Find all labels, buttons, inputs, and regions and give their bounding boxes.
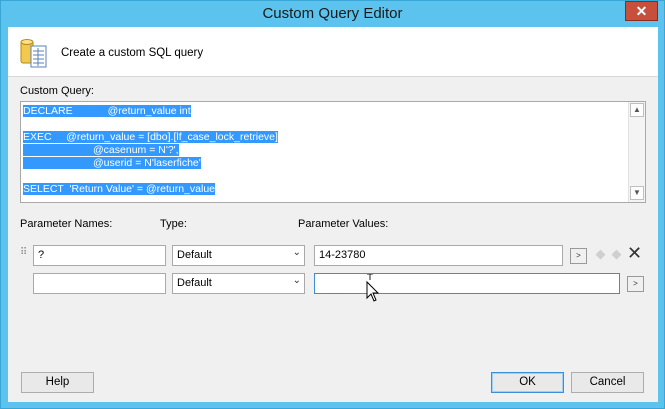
dialog-window: Custom Query Editor ✕ Create a custom SQ… — [0, 0, 665, 409]
title-bar[interactable]: Custom Query Editor ✕ — [1, 1, 664, 27]
query-scrollbar[interactable]: ▲ ▼ — [628, 102, 645, 202]
query-line-text: EXEC @return_value = [dbo].[lf_case_lock… — [23, 131, 278, 143]
close-button[interactable]: ✕ — [625, 1, 658, 21]
dialog-body: Create a custom SQL query Custom Query: … — [8, 27, 658, 402]
chevron-down-icon: ⌄ — [292, 275, 301, 286]
query-text[interactable]: DECLARE @return_value int EXEC @return_v… — [23, 105, 625, 201]
query-line: @userid = N'laserfiche' — [23, 157, 625, 170]
query-line: EXEC @return_value = [dbo].[lf_case_lock… — [23, 131, 625, 144]
query-line: DECLARE @return_value int — [23, 105, 625, 118]
delete-x-icon[interactable]: ✕ — [627, 244, 642, 262]
query-line-text: DECLARE @return_value int — [23, 105, 191, 117]
scroll-up-button[interactable]: ▲ — [630, 103, 644, 117]
header-band: Create a custom SQL query — [8, 27, 658, 77]
database-document-icon — [20, 39, 47, 68]
arrow-down-icon[interactable]: ◆ — [609, 246, 624, 261]
query-line-text: SELECT 'Return Value' = @return_value — [23, 183, 216, 195]
query-line: SELECT 'Return Value' = @return_value — [23, 183, 625, 196]
parameter-type-value: Default — [177, 277, 212, 289]
custom-query-label: Custom Query: — [20, 85, 94, 97]
type-header: Type: — [160, 218, 187, 230]
parameter-value-browse-button[interactable]: > — [627, 276, 644, 292]
parameter-type-select[interactable]: Default ⌄ — [172, 273, 305, 294]
parameter-names-header: Parameter Names: — [20, 218, 113, 230]
parameter-type-select[interactable]: Default ⌄ — [172, 245, 305, 266]
parameter-value-browse-button[interactable]: > — [570, 248, 587, 264]
ok-button[interactable]: OK — [491, 372, 564, 393]
mouse-cursor-icon — [366, 274, 380, 302]
parameter-type-value: Default — [177, 249, 212, 261]
parameter-name-input[interactable] — [33, 273, 166, 294]
window-title: Custom Query Editor — [262, 5, 403, 22]
query-line-text: @userid = N'laserfiche' — [23, 157, 201, 169]
parameter-values-header: Parameter Values: — [298, 218, 389, 230]
row-drag-handle[interactable]: ⠿ — [20, 247, 27, 258]
custom-query-textarea[interactable]: DECLARE @return_value int EXEC @return_v… — [20, 101, 646, 203]
query-line-text: @casenum = N'?', — [23, 144, 179, 156]
arrow-up-icon[interactable]: ◆ — [593, 246, 608, 261]
scroll-down-button[interactable]: ▼ — [630, 186, 644, 200]
parameter-value-input[interactable]: 14-23780 — [314, 245, 563, 266]
cancel-button[interactable]: Cancel — [571, 372, 644, 393]
chevron-down-icon: ⌄ — [292, 247, 301, 258]
parameter-value-input[interactable] — [314, 273, 620, 294]
parameter-name-input[interactable]: ? — [33, 245, 166, 266]
query-line — [23, 170, 625, 183]
query-line: @casenum = N'?', — [23, 144, 625, 157]
help-button[interactable]: Help — [21, 372, 94, 393]
header-description: Create a custom SQL query — [61, 47, 204, 59]
query-line — [23, 118, 625, 131]
